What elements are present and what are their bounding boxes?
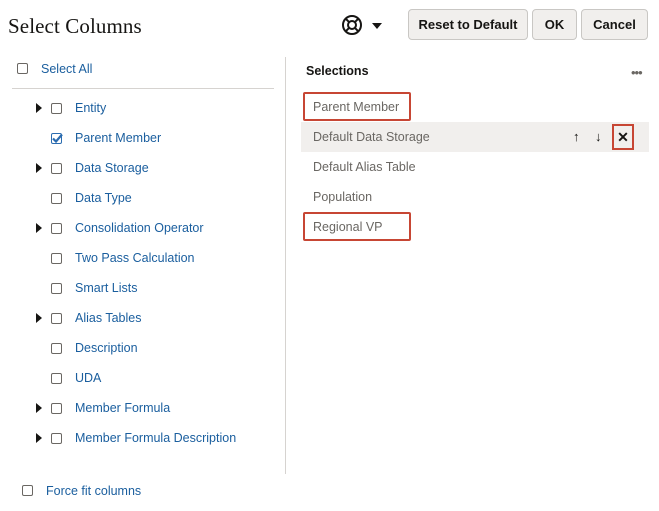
column-label-entity[interactable]: Entity — [75, 101, 106, 115]
column-checkbox-member-formula-description[interactable] — [51, 433, 62, 444]
selection-item-regional-vp[interactable]: Regional VP — [301, 212, 649, 242]
column-checkbox-data-storage[interactable] — [51, 163, 62, 174]
column-label-uda[interactable]: UDA — [75, 371, 101, 385]
column-label-alias-tables[interactable]: Alias Tables — [75, 311, 141, 325]
move-up-icon[interactable]: ↑ — [573, 129, 580, 144]
move-down-icon[interactable]: ↓ — [595, 129, 602, 144]
selection-item-population[interactable]: Population — [301, 182, 649, 212]
column-checkbox-data-type[interactable] — [51, 193, 62, 204]
column-checkbox-description[interactable] — [51, 343, 62, 354]
panel-divider — [285, 57, 286, 474]
selections-heading: Selections — [306, 64, 369, 78]
selection-item-default-alias-table[interactable]: Default Alias Table — [301, 152, 649, 182]
divider — [12, 88, 274, 89]
selection-label: Regional VP — [313, 220, 383, 234]
select-all-label[interactable]: Select All — [41, 62, 92, 76]
selection-label: Parent Member — [313, 100, 400, 114]
column-checkbox-consolidation-operator[interactable] — [51, 223, 62, 234]
checkmark-icon — [52, 133, 63, 144]
chevron-down-icon — [372, 23, 382, 29]
expand-icon[interactable] — [36, 313, 42, 323]
column-label-member-formula-description[interactable]: Member Formula Description — [75, 431, 236, 445]
reset-to-default-button[interactable]: Reset to Default — [408, 9, 528, 40]
selection-item-parent-member[interactable]: Parent Member — [301, 92, 649, 122]
column-checkbox-parent-member[interactable] — [51, 133, 63, 144]
expand-icon[interactable] — [36, 103, 42, 113]
ok-button[interactable]: OK — [532, 9, 577, 40]
column-checkbox-member-formula[interactable] — [51, 403, 62, 414]
column-label-two-pass-calculation[interactable]: Two Pass Calculation — [75, 251, 195, 265]
more-icon[interactable]: ••• — [631, 65, 643, 80]
column-label-parent-member[interactable]: Parent Member — [75, 131, 161, 145]
help-menu-button[interactable] — [338, 11, 386, 39]
column-label-consolidation-operator[interactable]: Consolidation Operator — [75, 221, 204, 235]
column-checkbox-alias-tables[interactable] — [51, 313, 62, 324]
column-checkbox-entity[interactable] — [51, 103, 62, 114]
expand-icon[interactable] — [36, 163, 42, 173]
force-fit-label[interactable]: Force fit columns — [46, 484, 141, 498]
column-label-data-type[interactable]: Data Type — [75, 191, 132, 205]
column-label-smart-lists[interactable]: Smart Lists — [75, 281, 138, 295]
selection-label: Default Alias Table — [313, 160, 416, 174]
remove-button[interactable]: ✕ — [612, 124, 634, 150]
force-fit-checkbox[interactable] — [22, 485, 33, 496]
close-icon: ✕ — [617, 128, 629, 145]
dialog-title: Select Columns — [8, 14, 142, 38]
column-checkbox-two-pass-calculation[interactable] — [51, 253, 62, 264]
expand-icon[interactable] — [36, 433, 42, 443]
selection-label: Population — [313, 190, 373, 204]
selection-label: Default Data Storage — [313, 130, 430, 144]
lifebuoy-icon — [342, 15, 362, 35]
select-all-checkbox[interactable] — [17, 63, 28, 74]
column-label-description[interactable]: Description — [75, 341, 138, 355]
column-checkbox-uda[interactable] — [51, 373, 62, 384]
column-checkbox-smart-lists[interactable] — [51, 283, 62, 294]
cancel-button[interactable]: Cancel — [581, 9, 648, 40]
column-label-data-storage[interactable]: Data Storage — [75, 161, 149, 175]
expand-icon[interactable] — [36, 223, 42, 233]
column-label-member-formula[interactable]: Member Formula — [75, 401, 170, 415]
expand-icon[interactable] — [36, 403, 42, 413]
